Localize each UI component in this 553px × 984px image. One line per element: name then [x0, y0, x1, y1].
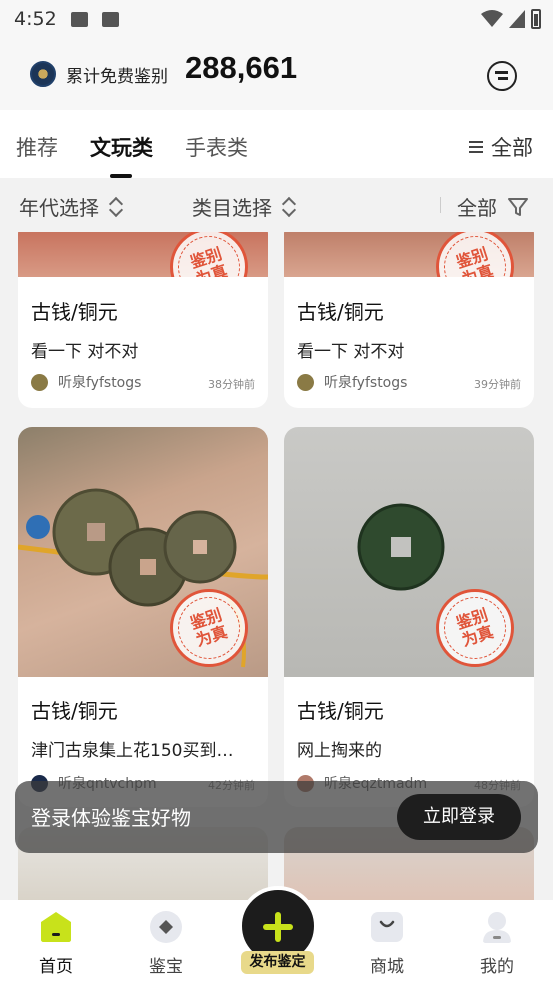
avatar [31, 373, 48, 391]
card-category: 古钱/铜元 [31, 300, 118, 324]
card-title: 网上掏来的 [297, 741, 382, 761]
message-icon[interactable] [487, 61, 517, 91]
status-time: 4:52 [14, 8, 57, 30]
nav-appraise[interactable]: 鉴宝 [126, 900, 206, 984]
card-title: 津门古泉集上花150买到… [31, 741, 234, 761]
profile-icon [483, 912, 511, 943]
login-prompt: 登录体验鉴宝好物 [31, 806, 191, 830]
tab-recommend[interactable]: 推荐 [16, 132, 58, 162]
card-image: 鉴别 为真 [284, 232, 534, 277]
menu-icon [469, 140, 483, 154]
appraise-icon [150, 911, 182, 943]
app-logo-icon [30, 61, 56, 87]
sort-icon [282, 197, 296, 217]
tab-wenwan[interactable]: 文玩类 [90, 132, 153, 162]
nav-appraise-label: 鉴宝 [149, 957, 183, 977]
nav-mine[interactable]: 我的 [457, 900, 537, 984]
card-user: 听泉fyfstogs [297, 372, 407, 392]
authentic-stamp-icon: 鉴别 为真 [169, 232, 249, 277]
era-filter-label: 年代选择 [19, 196, 99, 220]
header-label: 累计免费鉴别 [66, 67, 168, 87]
category-tabs: 推荐 文玩类 手表类 全部 [0, 110, 553, 178]
appraisal-card[interactable]: 鉴别 为真 古钱/铜元 看一下 对不对 听泉fyfstogs 39分钟前 [284, 232, 534, 408]
card-image: 鉴别 为真 [18, 427, 268, 677]
gallery-icon [70, 11, 88, 27]
username: 听泉fyfstogs [324, 375, 408, 391]
card-title: 看一下 对不对 [297, 342, 405, 362]
header: 累计免费鉴别 288,661 [0, 38, 553, 110]
card-title: 看一下 对不对 [31, 342, 139, 362]
filter-bar: 年代选择 类目选择 全部 [0, 178, 553, 232]
category-filter-label: 类目选择 [192, 196, 272, 220]
username: 听泉fyfstogs [58, 375, 142, 391]
all-categories-button[interactable]: 全部 [469, 132, 533, 162]
divider [440, 197, 441, 213]
post-time: 39分钟前 [474, 378, 521, 391]
card-category: 古钱/铜元 [31, 699, 118, 723]
nav-home[interactable]: 首页 [16, 900, 96, 984]
nav-mall[interactable]: 商城 [347, 900, 427, 984]
sort-icon [109, 197, 123, 217]
home-icon [41, 912, 71, 942]
nav-home-label: 首页 [39, 957, 73, 977]
post-time: 38分钟前 [208, 378, 255, 391]
all-filter[interactable]: 全部 [457, 192, 529, 221]
card-category: 古钱/铜元 [297, 699, 384, 723]
wifi-icon [481, 10, 503, 27]
card-image: 鉴别 为真 [284, 427, 534, 677]
tab-watch[interactable]: 手表类 [185, 132, 248, 162]
status-bar: 4:52 [0, 0, 553, 38]
appraisal-count: 288,661 [185, 50, 298, 85]
appraisal-card[interactable]: 鉴别为真 古钱/铜元 津门古泉集上花150买到… 听泉qntvchpm 42分钟… [18, 427, 268, 807]
authentic-stamp-icon: 鉴别 为真 [435, 232, 515, 277]
mall-icon [371, 912, 403, 942]
text-icon [101, 11, 119, 27]
signal-icon [509, 10, 525, 28]
category-filter[interactable]: 类目选择 [192, 192, 296, 221]
card-category: 古钱/铜元 [297, 300, 384, 324]
battery-icon [531, 9, 541, 29]
era-filter[interactable]: 年代选择 [19, 192, 123, 221]
bottom-nav: 首页 鉴宝 发布鉴定 商城 我的 [0, 886, 553, 984]
all-categories-label: 全部 [491, 136, 533, 160]
publish-label[interactable]: 发布鉴定 [241, 951, 314, 974]
login-banner: 登录体验鉴宝好物 立即登录 [15, 781, 538, 853]
appraisal-card[interactable]: 鉴别 为真 古钱/铜元 看一下 对不对 听泉fyfstogs 38分钟前 [18, 232, 268, 408]
authentic-stamp-icon: 鉴别 为真 [169, 588, 249, 668]
authentic-stamp-icon: 鉴别 为真 [435, 588, 515, 668]
all-filter-label: 全部 [457, 196, 497, 220]
card-image: 鉴别 为真 [18, 232, 268, 277]
filter-icon [508, 197, 528, 216]
login-button[interactable]: 立即登录 [397, 794, 521, 840]
nav-mall-label: 商城 [370, 957, 404, 977]
card-user: 听泉fyfstogs [31, 372, 141, 392]
avatar [297, 373, 314, 391]
nav-mine-label: 我的 [480, 957, 514, 977]
appraisal-card[interactable]: 鉴别为真 古钱/铜元 网上掏来的 听泉eqztmadm 48分钟前 [284, 427, 534, 807]
